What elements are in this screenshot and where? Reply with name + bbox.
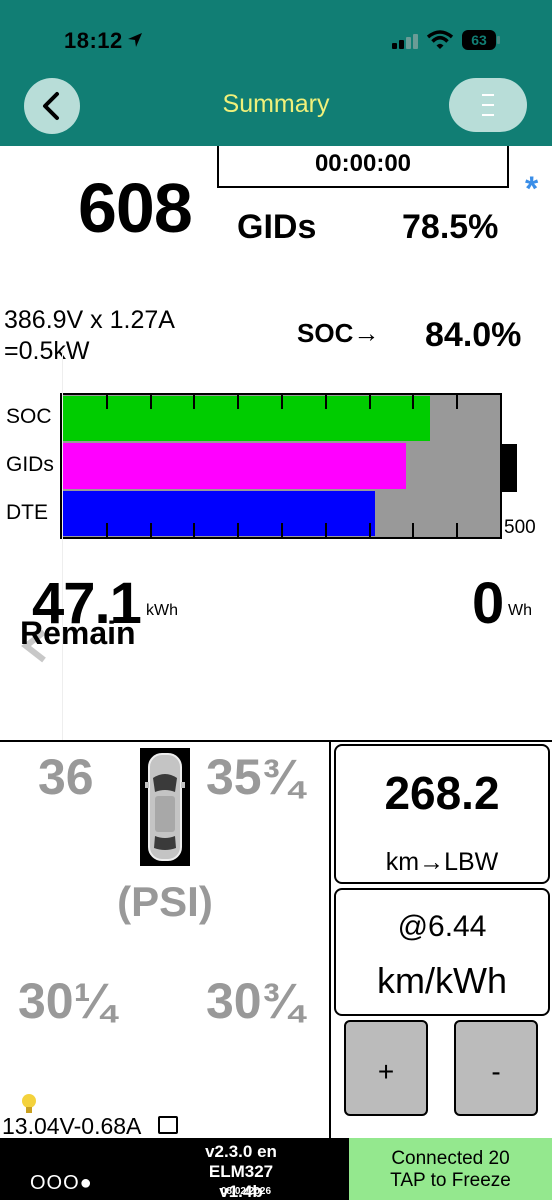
used-energy-unit: Wh <box>508 602 532 619</box>
gids-label: GIDs <box>237 208 317 246</box>
battery-tip <box>497 36 500 44</box>
chart-tick <box>193 395 196 409</box>
chart-tick <box>149 395 152 409</box>
battery-terminal <box>501 444 517 492</box>
car-top-view-icon <box>140 748 190 866</box>
status-time: 18:12 <box>64 28 123 53</box>
trip-timer[interactable]: 00:00:00 <box>217 146 509 188</box>
chart-tick <box>237 523 240 537</box>
tire-rear-left: 30¼ <box>18 973 116 1029</box>
bar-max-label: 500 <box>504 517 536 538</box>
gids-percent: 78.5% <box>402 208 499 246</box>
asterisk-icon[interactable]: * <box>525 170 538 209</box>
menu-button[interactable] <box>449 78 527 132</box>
aux-battery-reading: 13.04V-0.68A <box>2 1113 142 1139</box>
chart-tick <box>456 523 459 537</box>
battery-level: 63 <box>471 32 487 48</box>
side-edge <box>0 350 63 740</box>
battery-icon: 63 <box>462 30 496 50</box>
cellular-signal-icon <box>392 34 418 49</box>
minus-button[interactable]: - <box>454 1020 538 1116</box>
soc-value: 84.0% <box>425 316 522 354</box>
efficiency-unit: km/kWh <box>377 960 507 1001</box>
page-dots[interactable]: OOO● <box>30 1172 93 1195</box>
chart-tick <box>237 395 240 409</box>
tire-front-left: 36 <box>38 749 94 805</box>
voltage-current: 386.9V x 1.27A <box>4 306 175 334</box>
menu-icon <box>482 94 494 116</box>
remain-energy-unit: kWh <box>146 602 178 619</box>
soc-label: SOC→ <box>297 318 380 348</box>
chart-tick <box>149 523 152 537</box>
tire-rear-right: 30¾ <box>206 973 304 1029</box>
build-date: 08/02/2026 <box>220 1186 272 1197</box>
freeze-label[interactable]: TAP to Freeze <box>349 1170 552 1192</box>
tire-front-right: 35¾ <box>206 749 304 805</box>
location-arrow-icon <box>128 33 142 47</box>
wifi-icon <box>426 30 454 49</box>
remain-label: Remain <box>20 615 136 651</box>
gids-value: 608 <box>78 169 193 247</box>
chart-tick <box>281 395 283 409</box>
connection-status[interactable]: Connected 20 <box>349 1148 552 1170</box>
used-energy-value: 0 <box>472 571 505 636</box>
chart-tick <box>324 395 327 409</box>
psi-unit-label: (PSI) <box>117 878 213 925</box>
chart-tick <box>412 395 415 409</box>
chart-tick <box>456 395 459 409</box>
efficiency-value: @6.44 <box>397 910 487 943</box>
app-version: v2.3.0 en <box>205 1142 277 1161</box>
chart-tick <box>105 523 108 537</box>
calendar-icon[interactable] <box>158 1116 178 1134</box>
chart-tick <box>368 395 371 409</box>
divider <box>0 740 552 742</box>
chart-tick <box>193 523 196 537</box>
distance-label: km→LBW <box>385 848 499 876</box>
battery-bar-chart <box>60 393 502 539</box>
plus-button[interactable]: + <box>344 1020 428 1116</box>
divider <box>329 740 331 1140</box>
chart-tick <box>105 395 108 409</box>
chart-tick <box>368 523 371 537</box>
chart-tick <box>412 523 415 537</box>
distance-value: 268.2 <box>384 767 500 819</box>
chart-tick <box>324 523 327 537</box>
chart-tick <box>281 523 283 537</box>
